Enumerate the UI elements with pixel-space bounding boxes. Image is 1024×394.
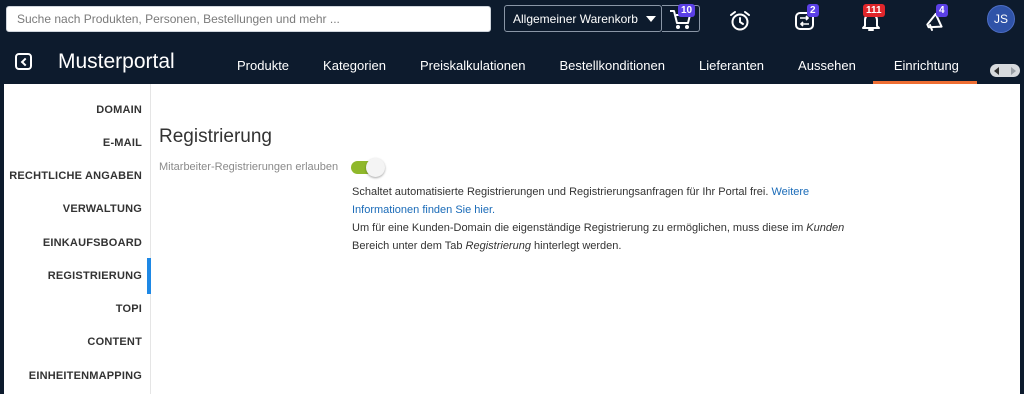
tab-einrichtung[interactable]: Einrichtung	[872, 40, 977, 84]
user-avatar[interactable]: JS	[987, 5, 1015, 33]
sidebar-item-rechtliche-angaben[interactable]: RECHTLICHE ANGABEN	[9, 170, 142, 182]
sidebar-item-verwaltung[interactable]: VERWALTUNG	[63, 203, 142, 215]
toggle-knob	[366, 158, 385, 177]
employee-registration-toggle[interactable]	[351, 158, 387, 177]
page-title: Registrierung	[159, 126, 272, 147]
announcements-button[interactable]: 4	[920, 4, 950, 34]
description-line-2-suffix: hinterlegt werden.	[530, 240, 622, 252]
sidebar-item-topi[interactable]: TOPI	[116, 303, 142, 315]
search-box[interactable]	[6, 6, 491, 32]
tab-preiskalkulationen[interactable]: Preiskalkulationen	[403, 40, 543, 84]
back-icon[interactable]	[15, 53, 32, 70]
kunden-emphasis: Kunden	[806, 222, 845, 234]
notifications-button[interactable]: 111	[856, 4, 886, 34]
tab-bestellkonditionen[interactable]: Bestellkonditionen	[542, 40, 682, 84]
notifications-badge: 111	[863, 4, 885, 17]
user-initials: JS	[993, 12, 1008, 26]
top-bar: Allgemeiner Warenkorb 10 2 111	[0, 0, 1024, 40]
tab-kategorien[interactable]: Kategorien	[306, 40, 403, 84]
active-item-indicator	[147, 258, 151, 294]
portal-title: Musterportal	[58, 50, 175, 73]
sidebar-item-registrierung[interactable]: REGISTRIERUNG	[48, 270, 142, 282]
tab-lieferanten[interactable]: Lieferanten	[682, 40, 781, 84]
transfers-button[interactable]: 2	[790, 4, 820, 34]
description-line-2-mid: Bereich unter dem Tab	[352, 240, 466, 252]
description-line-1: Schaltet automatisierte Registrierungen …	[352, 186, 772, 198]
tab-aussehen[interactable]: Aussehen	[781, 40, 873, 84]
sidebar-item-einheitenmapping[interactable]: EINHEITENMAPPING	[29, 370, 142, 382]
caret-down-icon	[645, 15, 656, 22]
cart-count-badge: 10	[678, 4, 696, 17]
settings-sidebar: DOMAIN E-MAIL RECHTLICHE ANGABEN VERWALT…	[4, 84, 151, 394]
sidebar-item-content[interactable]: CONTENT	[87, 336, 142, 348]
announcements-badge: 4	[936, 4, 948, 17]
toggle-label: Mitarbeiter-Registrierungen erlauben	[159, 161, 339, 173]
sidebar-item-email[interactable]: E-MAIL	[103, 137, 142, 149]
main-navigation: Musterportal Produkte Kategorien Preiska…	[0, 40, 1024, 84]
description-line-2-prefix: Um für eine Kunden-Domain die eigenständ…	[352, 222, 807, 234]
search-input[interactable]	[7, 7, 490, 31]
sidebar-item-domain[interactable]: DOMAIN	[96, 104, 142, 116]
tab-scroll-control[interactable]	[990, 64, 1020, 77]
alarm-clock-icon	[730, 11, 750, 31]
cart-selector-label: Allgemeiner Warenkorb	[513, 11, 638, 26]
sidebar-item-einkaufsboard[interactable]: EINKAUFSBOARD	[43, 237, 142, 249]
nav-tabs: Produkte Kategorien Preiskalkulationen B…	[220, 40, 977, 84]
cart-selector[interactable]: Allgemeiner Warenkorb	[504, 5, 662, 32]
registrierung-emphasis: Registrierung	[465, 240, 531, 252]
reminder-button[interactable]	[725, 6, 755, 34]
content-area: DOMAIN E-MAIL RECHTLICHE ANGABEN VERWALT…	[4, 84, 1020, 394]
cart-button[interactable]: 10	[662, 4, 700, 32]
transfers-badge: 2	[807, 4, 819, 17]
description-text: Schaltet automatisierte Registrierungen …	[352, 183, 872, 255]
tab-produkte[interactable]: Produkte	[220, 40, 306, 84]
